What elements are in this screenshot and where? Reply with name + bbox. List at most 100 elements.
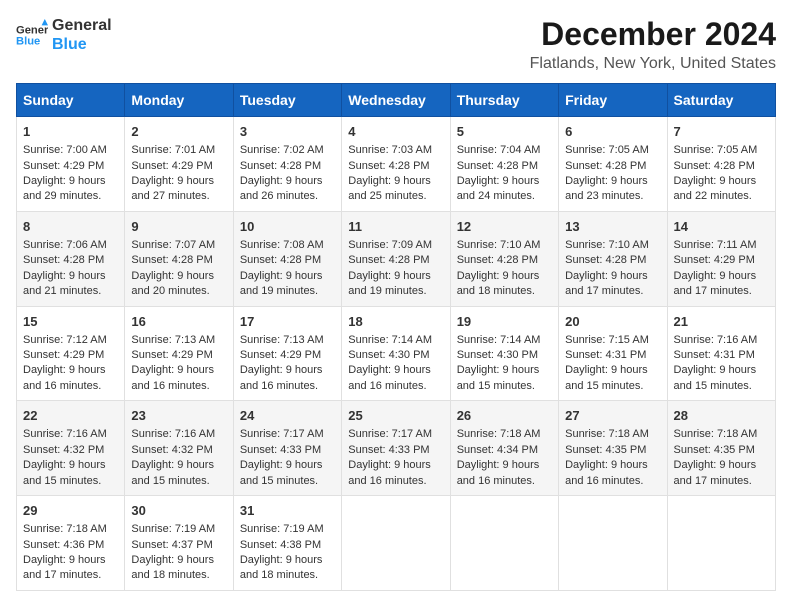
logo-line2: Blue [52,35,112,54]
day-number: 29 [23,502,118,520]
sunset-label: Sunset: 4:28 PM [348,254,429,266]
day-cell-21: 21 Sunrise: 7:16 AM Sunset: 4:31 PM Dayl… [667,306,775,401]
col-header-thursday: Thursday [450,84,558,117]
day-cell-4: 4 Sunrise: 7:03 AM Sunset: 4:28 PM Dayli… [342,117,450,212]
sunrise-label: Sunrise: 7:05 AM [565,144,649,156]
day-number: 28 [674,407,769,425]
day-cell-22: 22 Sunrise: 7:16 AM Sunset: 4:32 PM Dayl… [17,401,125,496]
daylight-label: Daylight: 9 hours and 27 minutes. [131,175,214,202]
day-cell-19: 19 Sunrise: 7:14 AM Sunset: 4:30 PM Dayl… [450,306,558,401]
svg-text:Blue: Blue [16,36,40,48]
col-header-friday: Friday [559,84,667,117]
daylight-label: Daylight: 9 hours and 18 minutes. [457,270,540,297]
day-number: 16 [131,313,226,331]
sunrise-label: Sunrise: 7:15 AM [565,334,649,346]
daylight-label: Daylight: 9 hours and 15 minutes. [23,459,106,486]
sunset-label: Sunset: 4:37 PM [131,539,212,551]
sunset-label: Sunset: 4:29 PM [131,349,212,361]
day-cell-29: 29 Sunrise: 7:18 AM Sunset: 4:36 PM Dayl… [17,496,125,591]
day-number: 3 [240,123,335,141]
sunrise-label: Sunrise: 7:14 AM [457,334,541,346]
day-cell-1: 1 Sunrise: 7:00 AM Sunset: 4:29 PM Dayli… [17,117,125,212]
day-cell-5: 5 Sunrise: 7:04 AM Sunset: 4:28 PM Dayli… [450,117,558,212]
daylight-label: Daylight: 9 hours and 16 minutes. [348,459,431,486]
sunrise-label: Sunrise: 7:04 AM [457,144,541,156]
svg-text:General: General [16,25,48,37]
day-number: 9 [131,218,226,236]
daylight-label: Daylight: 9 hours and 16 minutes. [348,364,431,391]
daylight-label: Daylight: 9 hours and 19 minutes. [348,270,431,297]
col-header-saturday: Saturday [667,84,775,117]
daylight-label: Daylight: 9 hours and 21 minutes. [23,270,106,297]
sunset-label: Sunset: 4:36 PM [23,539,104,551]
daylight-label: Daylight: 9 hours and 19 minutes. [240,270,323,297]
day-cell-10: 10 Sunrise: 7:08 AM Sunset: 4:28 PM Dayl… [233,211,341,306]
day-cell-8: 8 Sunrise: 7:06 AM Sunset: 4:28 PM Dayli… [17,211,125,306]
day-cell-26: 26 Sunrise: 7:18 AM Sunset: 4:34 PM Dayl… [450,401,558,496]
col-header-tuesday: Tuesday [233,84,341,117]
sunset-label: Sunset: 4:35 PM [565,444,646,456]
sunrise-label: Sunrise: 7:01 AM [131,144,215,156]
sunset-label: Sunset: 4:30 PM [457,349,538,361]
sunset-label: Sunset: 4:28 PM [457,160,538,172]
day-number: 2 [131,123,226,141]
week-row-1: 1 Sunrise: 7:00 AM Sunset: 4:29 PM Dayli… [17,117,776,212]
sunset-label: Sunset: 4:28 PM [565,160,646,172]
day-number: 5 [457,123,552,141]
sunrise-label: Sunrise: 7:10 AM [457,239,541,251]
sunset-label: Sunset: 4:32 PM [131,444,212,456]
day-cell-28: 28 Sunrise: 7:18 AM Sunset: 4:35 PM Dayl… [667,401,775,496]
day-cell-23: 23 Sunrise: 7:16 AM Sunset: 4:32 PM Dayl… [125,401,233,496]
day-number: 7 [674,123,769,141]
sunset-label: Sunset: 4:28 PM [674,160,755,172]
sunrise-label: Sunrise: 7:10 AM [565,239,649,251]
sunset-label: Sunset: 4:29 PM [674,254,755,266]
day-number: 1 [23,123,118,141]
day-number: 11 [348,218,443,236]
day-number: 17 [240,313,335,331]
day-cell-15: 15 Sunrise: 7:12 AM Sunset: 4:29 PM Dayl… [17,306,125,401]
day-number: 6 [565,123,660,141]
sunset-label: Sunset: 4:28 PM [131,254,212,266]
sunset-label: Sunset: 4:28 PM [240,254,321,266]
day-cell-11: 11 Sunrise: 7:09 AM Sunset: 4:28 PM Dayl… [342,211,450,306]
sunrise-label: Sunrise: 7:08 AM [240,239,324,251]
day-number: 18 [348,313,443,331]
sunset-label: Sunset: 4:33 PM [240,444,321,456]
sunrise-label: Sunrise: 7:18 AM [457,428,541,440]
sunset-label: Sunset: 4:32 PM [23,444,104,456]
day-number: 12 [457,218,552,236]
sunrise-label: Sunrise: 7:11 AM [674,239,757,251]
sunrise-label: Sunrise: 7:19 AM [240,523,324,535]
sunset-label: Sunset: 4:31 PM [565,349,646,361]
daylight-label: Daylight: 9 hours and 15 minutes. [674,364,757,391]
sunset-label: Sunset: 4:29 PM [131,160,212,172]
sunset-label: Sunset: 4:29 PM [23,349,104,361]
sunrise-label: Sunrise: 7:07 AM [131,239,215,251]
sunset-label: Sunset: 4:28 PM [348,160,429,172]
sunset-label: Sunset: 4:38 PM [240,539,321,551]
sunrise-label: Sunrise: 7:09 AM [348,239,432,251]
sunrise-label: Sunrise: 7:14 AM [348,334,432,346]
day-cell-24: 24 Sunrise: 7:17 AM Sunset: 4:33 PM Dayl… [233,401,341,496]
day-number: 31 [240,502,335,520]
day-cell-20: 20 Sunrise: 7:15 AM Sunset: 4:31 PM Dayl… [559,306,667,401]
day-number: 15 [23,313,118,331]
daylight-label: Daylight: 9 hours and 15 minutes. [565,364,648,391]
day-cell-12: 12 Sunrise: 7:10 AM Sunset: 4:28 PM Dayl… [450,211,558,306]
day-number: 14 [674,218,769,236]
sunrise-label: Sunrise: 7:13 AM [240,334,324,346]
day-cell-14: 14 Sunrise: 7:11 AM Sunset: 4:29 PM Dayl… [667,211,775,306]
day-cell-9: 9 Sunrise: 7:07 AM Sunset: 4:28 PM Dayli… [125,211,233,306]
day-cell-31: 31 Sunrise: 7:19 AM Sunset: 4:38 PM Dayl… [233,496,341,591]
daylight-label: Daylight: 9 hours and 18 minutes. [240,554,323,581]
daylight-label: Daylight: 9 hours and 16 minutes. [457,459,540,486]
daylight-label: Daylight: 9 hours and 17 minutes. [23,554,106,581]
daylight-label: Daylight: 9 hours and 18 minutes. [131,554,214,581]
sunset-label: Sunset: 4:29 PM [23,160,104,172]
day-number: 20 [565,313,660,331]
day-number: 22 [23,407,118,425]
sunset-label: Sunset: 4:28 PM [240,160,321,172]
daylight-label: Daylight: 9 hours and 15 minutes. [131,459,214,486]
day-cell-25: 25 Sunrise: 7:17 AM Sunset: 4:33 PM Dayl… [342,401,450,496]
